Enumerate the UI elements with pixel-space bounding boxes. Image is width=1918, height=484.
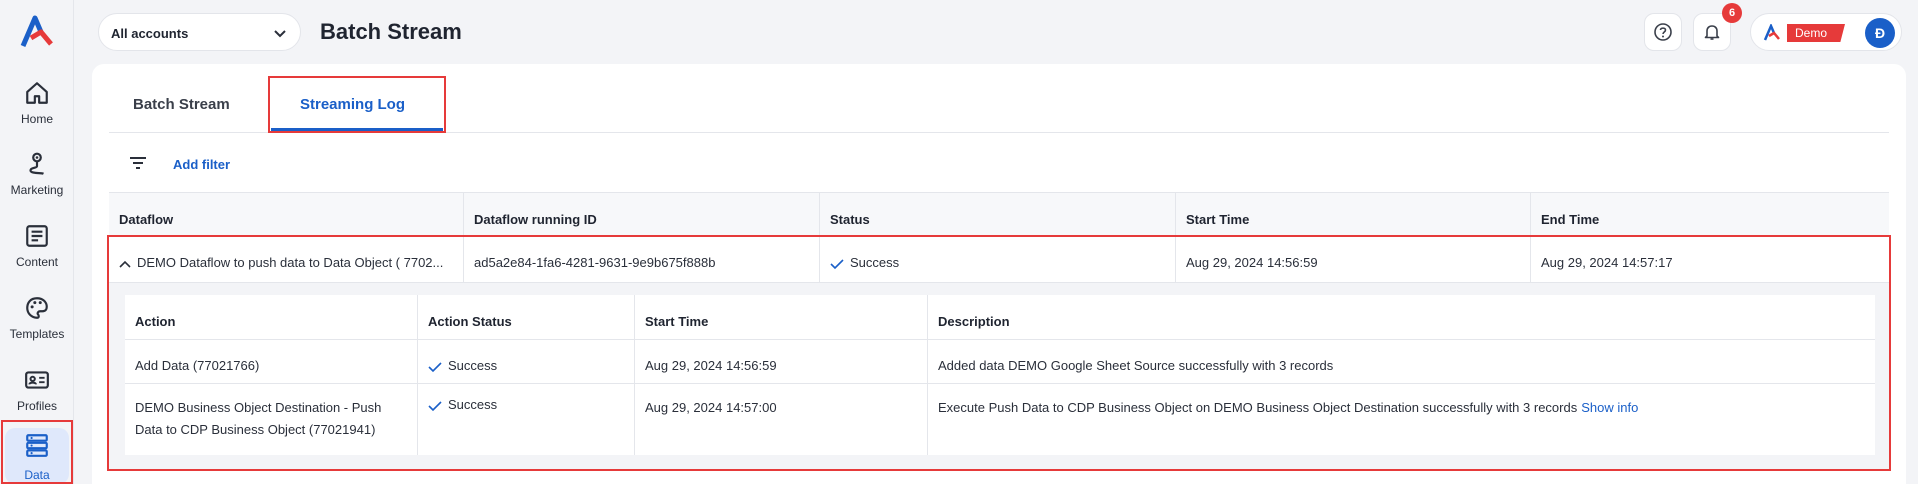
brand-logo-small xyxy=(1763,24,1780,41)
action-description: Execute Push Data to CDP Business Object… xyxy=(928,384,1875,455)
tab-batch-stream[interactable]: Batch Stream xyxy=(133,96,230,113)
page-title: Batch Stream xyxy=(320,19,462,44)
action-name-line: DEMO Business Object Destination - Push xyxy=(135,400,382,415)
tab-highlight xyxy=(268,76,446,133)
column-header[interactable]: Status xyxy=(820,193,1176,238)
environment-tag: Demo xyxy=(1787,24,1845,42)
document-icon xyxy=(26,225,48,247)
tab-bar: Batch Stream Streaming Log xyxy=(109,64,1889,133)
chevron-down-icon xyxy=(274,30,286,38)
dataflow-cell[interactable]: DEMO Dataflow to push data to Data Objec… xyxy=(109,237,464,283)
action-column-header: Action Status xyxy=(418,295,635,340)
sidebar: Home Marketing Content Templates Profile… xyxy=(0,0,74,484)
action-description-text: Execute Push Data to CDP Business Object… xyxy=(938,400,1578,415)
status-cell: Success xyxy=(820,237,1176,283)
status-text: Success xyxy=(850,255,900,270)
sidebar-item-label: Data xyxy=(24,468,50,482)
table-row[interactable]: DEMO Dataflow to push data to Data Objec… xyxy=(109,237,1889,283)
action-start-time: Aug 29, 2024 14:56:59 xyxy=(635,340,928,384)
account-select[interactable]: All accounts xyxy=(98,13,301,51)
sidebar-item-label: Marketing xyxy=(10,183,64,197)
home-icon xyxy=(26,82,48,104)
action-name-line: Data to CDP Business Object (77021941) xyxy=(135,422,376,437)
help-button[interactable] xyxy=(1644,13,1682,51)
show-info-link[interactable]: Show info xyxy=(1581,400,1638,415)
main-panel: Batch Stream Streaming Log Add filter Da… xyxy=(92,64,1906,484)
table-header: Dataflow Dataflow running ID Status Star… xyxy=(109,192,1889,238)
action-column-header: Start Time xyxy=(635,295,928,340)
sidebar-item-data[interactable]: Data xyxy=(5,428,69,484)
route-icon xyxy=(29,152,44,175)
action-column-header: Action xyxy=(125,295,418,340)
account-select-value: All accounts xyxy=(111,26,189,41)
sidebar-item-profiles[interactable]: Profiles xyxy=(0,363,74,429)
check-icon xyxy=(428,400,442,411)
database-icon xyxy=(26,434,48,457)
add-filter-button[interactable]: Add filter xyxy=(173,157,230,172)
check-icon xyxy=(830,258,844,269)
sidebar-item-content[interactable]: Content xyxy=(0,219,74,285)
column-header[interactable]: Start Time xyxy=(1176,193,1531,238)
brand-logo[interactable] xyxy=(19,14,55,50)
avatar[interactable]: Đ xyxy=(1865,18,1895,48)
action-status-text: Success xyxy=(448,358,498,373)
action-start-time: Aug 29, 2024 14:57:00 xyxy=(635,384,928,455)
action-status-text: Success xyxy=(448,397,498,412)
expanded-row-details: Action Action Status Start Time Descript… xyxy=(109,283,1889,469)
column-header[interactable]: Dataflow running ID xyxy=(464,193,820,238)
sidebar-item-label: Templates xyxy=(9,327,65,341)
notification-badge: 6 xyxy=(1722,3,1742,23)
action-name: Add Data (77021766) xyxy=(125,340,418,384)
column-header[interactable]: End Time xyxy=(1531,193,1889,238)
action-table: Action Action Status Start Time Descript… xyxy=(125,295,1875,455)
action-description: Added data DEMO Google Sheet Source succ… xyxy=(928,340,1875,384)
sidebar-item-label: Home xyxy=(20,112,53,126)
sidebar-item-label: Profiles xyxy=(16,399,57,413)
running-id-cell: ad5a2e84-1fa6-4281-9631-9e9b675f888b xyxy=(464,237,820,283)
start-time-cell: Aug 29, 2024 14:56:59 xyxy=(1176,237,1531,283)
id-card-icon xyxy=(25,371,49,389)
action-status: Success xyxy=(418,384,635,455)
palette-icon xyxy=(26,297,48,319)
sidebar-item-home[interactable]: Home xyxy=(0,76,74,142)
end-time-cell: Aug 29, 2024 14:57:17 xyxy=(1541,255,1673,270)
dataflow-name: DEMO Dataflow to push data to Data Objec… xyxy=(137,255,444,270)
action-column-header: Description xyxy=(928,295,1875,340)
sidebar-item-label: Content xyxy=(15,255,59,269)
column-header[interactable]: Dataflow xyxy=(109,193,464,238)
action-status: Success xyxy=(418,340,635,384)
action-name: DEMO Business Object Destination - Push … xyxy=(125,384,418,455)
chevron-up-icon[interactable] xyxy=(119,259,131,269)
sidebar-item-templates[interactable]: Templates xyxy=(0,291,74,357)
account-menu[interactable]: Demo Đ xyxy=(1750,13,1902,51)
filter-icon[interactable] xyxy=(129,156,147,170)
help-icon xyxy=(1654,23,1672,41)
sidebar-item-marketing[interactable]: Marketing xyxy=(0,147,74,213)
check-icon xyxy=(428,361,442,372)
bell-icon xyxy=(1704,25,1720,40)
